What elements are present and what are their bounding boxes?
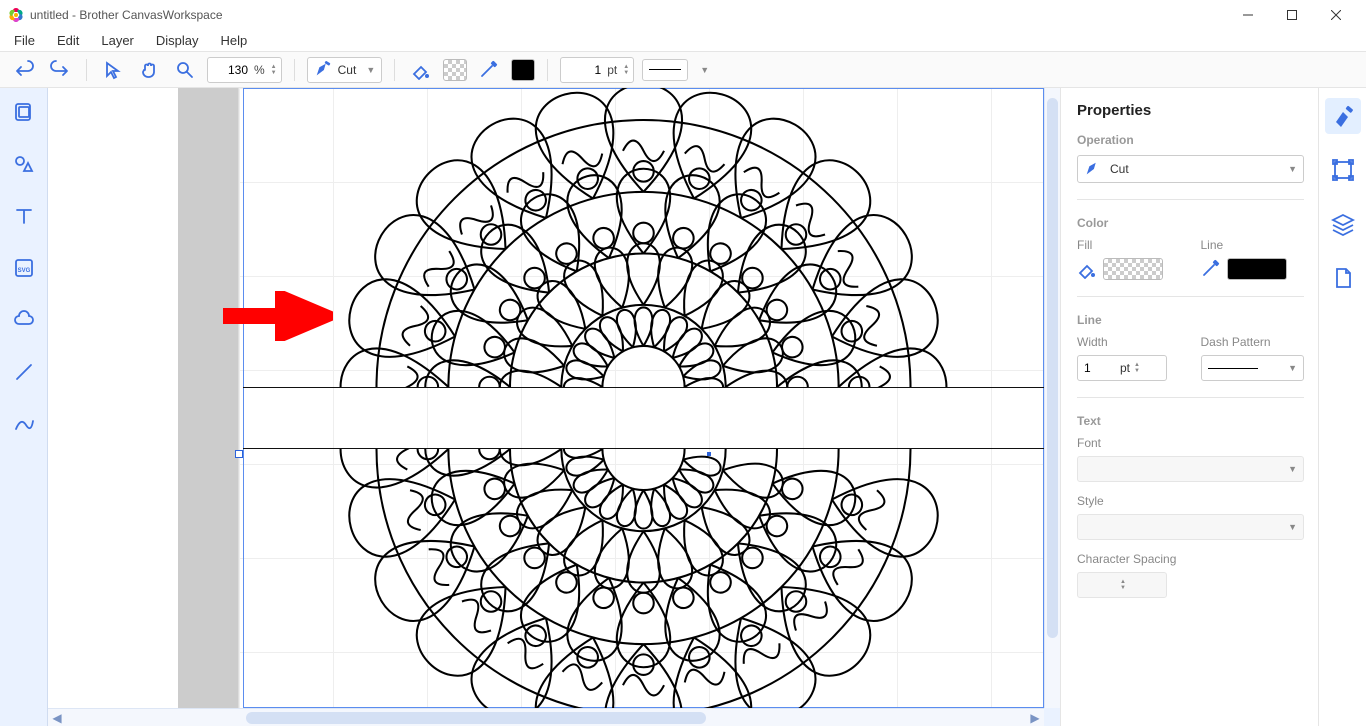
- line-tool-button[interactable]: [10, 358, 38, 386]
- scroll-right-button[interactable]: ▶: [1026, 711, 1044, 725]
- canvas-margin: [48, 88, 178, 708]
- zoom-level-group: % ▲▼: [207, 57, 282, 83]
- line-section-label: Line: [1077, 313, 1304, 327]
- operation-select[interactable]: Cut ▼: [307, 57, 383, 83]
- line-width-unit: pt: [607, 63, 619, 77]
- line-color-label: Line: [1201, 238, 1305, 252]
- document-tab-button[interactable]: [1325, 260, 1361, 296]
- selection-center-dot: [707, 452, 711, 456]
- pen-icon: [1084, 160, 1102, 178]
- pen-icon: [314, 61, 332, 79]
- char-spacing-label: Character Spacing: [1077, 552, 1304, 566]
- menubar: File Edit Layer Display Help: [0, 30, 1366, 52]
- operation-section-label: Operation: [1077, 133, 1304, 147]
- width-down-spinner[interactable]: ▼: [623, 70, 629, 76]
- zoom-tool-button[interactable]: [171, 56, 199, 84]
- layers-tab-button[interactable]: [1325, 206, 1361, 242]
- titlebar: untitled - Brother CanvasWorkspace: [0, 0, 1366, 30]
- window-close-button[interactable]: [1314, 0, 1358, 30]
- line-width-input[interactable]: [565, 63, 603, 77]
- color-section-label: Color: [1077, 216, 1304, 230]
- window-title: untitled - Brother CanvasWorkspace: [30, 8, 223, 22]
- style-select: ▼: [1077, 514, 1304, 540]
- horizontal-scrollbar[interactable]: ◀ ▶: [48, 708, 1044, 726]
- shapes-tool-button[interactable]: [10, 150, 38, 178]
- workarea: SVG: [0, 88, 1366, 726]
- undo-button[interactable]: [10, 56, 38, 84]
- fill-swatch-panel[interactable]: [1103, 258, 1163, 280]
- fill-tool-button[interactable]: [407, 56, 435, 84]
- toolbar: % ▲▼ Cut ▼ pt ▲▼ ▼: [0, 52, 1366, 88]
- fill-swatch[interactable]: [443, 59, 467, 81]
- scroll-left-button[interactable]: ◀: [48, 711, 66, 725]
- operation-value: Cut: [1110, 162, 1276, 176]
- line-color-swatch-panel[interactable]: [1227, 258, 1287, 280]
- horizontal-scroll-thumb[interactable]: [246, 712, 706, 724]
- artboard[interactable]: [238, 88, 1044, 708]
- artboard-tool-button[interactable]: [10, 98, 38, 126]
- text-section-label: Text: [1077, 414, 1304, 428]
- properties-tab-button[interactable]: [1325, 98, 1361, 134]
- menu-layer[interactable]: Layer: [93, 31, 142, 50]
- menu-help[interactable]: Help: [213, 31, 256, 50]
- menu-edit[interactable]: Edit: [49, 31, 87, 50]
- chevron-down-icon: ▼: [366, 65, 375, 75]
- font-select: ▼: [1077, 456, 1304, 482]
- chevron-down-icon: ▼: [1288, 363, 1297, 373]
- cs-down: ▼: [1120, 585, 1126, 591]
- menu-display[interactable]: Display: [148, 31, 207, 50]
- path-tool-button[interactable]: [10, 410, 38, 438]
- window-maximize-button[interactable]: [1270, 0, 1314, 30]
- pan-tool-button[interactable]: [135, 56, 163, 84]
- svg-text:SVG: SVG: [17, 268, 30, 274]
- operation-select-panel[interactable]: Cut ▼: [1077, 155, 1304, 183]
- vertical-scrollbar[interactable]: [1044, 88, 1060, 708]
- selection-handle-left[interactable]: [235, 450, 243, 458]
- canvas-viewport[interactable]: ◀ ▶: [48, 88, 1060, 726]
- select-tool-button[interactable]: [99, 56, 127, 84]
- line-width-input-panel[interactable]: [1082, 361, 1116, 375]
- chevron-down-icon: ▼: [1288, 164, 1297, 174]
- char-spacing-field: [1082, 578, 1116, 592]
- line-color-tool-button[interactable]: [475, 56, 503, 84]
- canvas-mat-edge: [178, 88, 238, 708]
- fill-bucket-icon[interactable]: [1077, 259, 1097, 279]
- dash-label: Dash Pattern: [1201, 335, 1305, 349]
- mandala-bottom[interactable]: [243, 448, 1044, 726]
- style-label: Style: [1077, 494, 1304, 508]
- transform-tab-button[interactable]: [1325, 152, 1361, 188]
- line-pen-icon[interactable]: [1201, 259, 1221, 279]
- left-tool-rail: SVG: [0, 88, 48, 726]
- lw-down[interactable]: ▼: [1134, 368, 1140, 374]
- properties-title: Properties: [1077, 102, 1304, 119]
- operation-label: Cut: [338, 63, 357, 77]
- width-unit: pt: [1120, 361, 1130, 375]
- chevron-down-icon: ▼: [1288, 522, 1297, 532]
- mandala-top[interactable]: [243, 88, 1044, 388]
- width-label: Width: [1077, 335, 1181, 349]
- chevron-down-icon: ▼: [700, 65, 709, 75]
- zoom-unit: %: [254, 63, 267, 77]
- cloud-tool-button[interactable]: [10, 306, 38, 334]
- app-icon: [8, 7, 24, 23]
- vertical-scroll-thumb[interactable]: [1047, 98, 1058, 638]
- import-svg-button[interactable]: SVG: [10, 254, 38, 282]
- text-tool-button[interactable]: [10, 202, 38, 230]
- redo-button[interactable]: [46, 56, 74, 84]
- properties-panel: Properties Operation Cut ▼ Color Fill Li…: [1060, 88, 1318, 726]
- fill-label: Fill: [1077, 238, 1181, 252]
- dash-pattern-select[interactable]: [642, 59, 688, 81]
- menu-file[interactable]: File: [6, 31, 43, 50]
- zoom-value-input[interactable]: [212, 63, 250, 77]
- line-color-swatch[interactable]: [511, 59, 535, 81]
- dash-pattern-select-panel[interactable]: ▼: [1201, 355, 1305, 381]
- char-spacing-input: ▲▼: [1077, 572, 1167, 598]
- zoom-down-spinner[interactable]: ▼: [271, 70, 277, 76]
- right-tool-rail: [1318, 88, 1366, 726]
- font-label: Font: [1077, 436, 1304, 450]
- window-minimize-button[interactable]: [1226, 0, 1270, 30]
- line-width-group: pt ▲▼: [560, 57, 634, 83]
- chevron-down-icon: ▼: [1288, 464, 1297, 474]
